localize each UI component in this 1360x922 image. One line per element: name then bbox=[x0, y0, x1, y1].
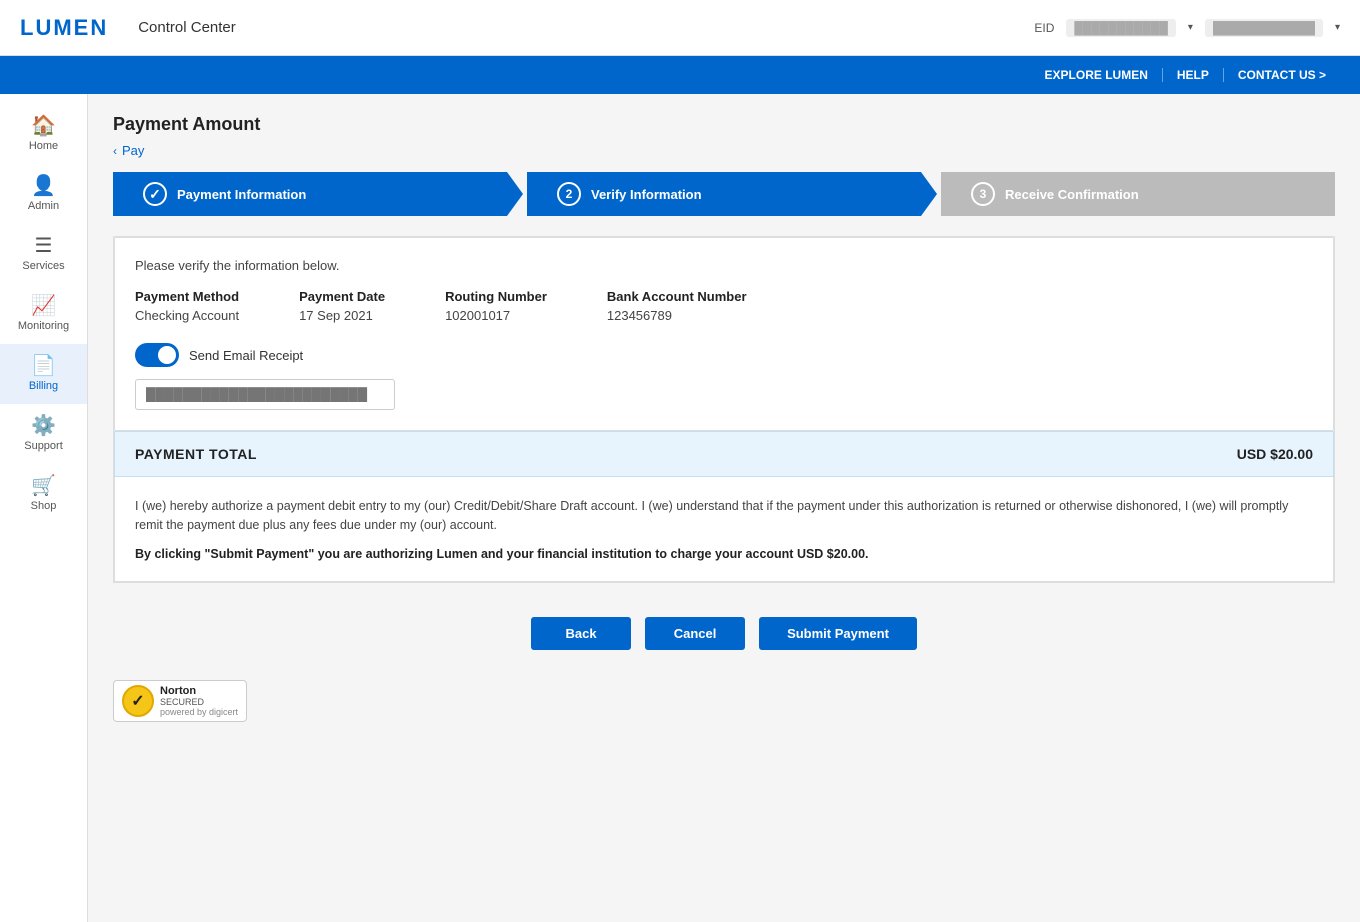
user-value: ████████████ bbox=[1205, 19, 1323, 37]
sidebar-item-monitoring[interactable]: 📈 Monitoring bbox=[0, 284, 87, 344]
billing-icon: 📄 bbox=[31, 356, 56, 376]
submit-payment-button[interactable]: Submit Payment bbox=[759, 617, 917, 650]
payment-total-bar: PAYMENT TOTAL USD $20.00 bbox=[114, 431, 1334, 477]
routing-number-col: Routing Number 102001017 bbox=[445, 289, 547, 323]
user-dropdown-icon[interactable]: ▾ bbox=[1335, 22, 1340, 33]
shop-icon: 🛒 bbox=[31, 476, 56, 496]
sidebar-label-monitoring: Monitoring bbox=[18, 320, 69, 332]
payment-info-row: Payment Method Checking Account Payment … bbox=[135, 289, 1313, 323]
norton-subtitle: SECURED bbox=[160, 697, 238, 707]
step-3: 3 Receive Confirmation bbox=[941, 172, 1335, 216]
step-2: 2 Verify Information bbox=[527, 172, 921, 216]
top-header: LUMEN Control Center EID ███████████ ▾ █… bbox=[0, 0, 1360, 56]
auth-text: I (we) hereby authorize a payment debit … bbox=[135, 497, 1313, 535]
sidebar-item-support[interactable]: ⚙️ Support bbox=[0, 404, 87, 464]
home-icon: 🏠 bbox=[31, 116, 56, 136]
nav-bar-links: EXPLORE LUMEN HELP CONTACT US > bbox=[1031, 68, 1340, 82]
eid-label: EID bbox=[1034, 21, 1054, 35]
auth-section: I (we) hereby authorize a payment debit … bbox=[114, 477, 1334, 582]
sidebar-item-home[interactable]: 🏠 Home bbox=[0, 104, 87, 164]
sidebar-item-billing[interactable]: 📄 Billing bbox=[0, 344, 87, 404]
routing-number-value: 102001017 bbox=[445, 308, 547, 323]
back-button[interactable]: Back bbox=[531, 617, 631, 650]
header-right: EID ███████████ ▾ ████████████ ▾ bbox=[1034, 19, 1340, 37]
norton-badge: ✓ Norton SECURED powered by digicert bbox=[113, 680, 1335, 722]
services-icon: ☰ bbox=[35, 236, 53, 256]
routing-number-label: Routing Number bbox=[445, 289, 547, 304]
toggle-slider bbox=[135, 343, 179, 367]
admin-icon: 👤 bbox=[31, 176, 56, 196]
sidebar-label-services: Services bbox=[22, 260, 64, 272]
norton-icon: ✓ bbox=[122, 685, 154, 717]
payment-total-label: PAYMENT TOTAL bbox=[135, 446, 257, 462]
nav-contact-us[interactable]: CONTACT US > bbox=[1224, 68, 1340, 82]
sidebar-label-support: Support bbox=[24, 440, 63, 452]
breadcrumb-pay-link[interactable]: Pay bbox=[122, 143, 144, 158]
sidebar-label-admin: Admin bbox=[28, 200, 59, 212]
auth-bold: By clicking "Submit Payment" you are aut… bbox=[135, 547, 1313, 561]
step-2-label: Verify Information bbox=[591, 187, 702, 202]
app-title: Control Center bbox=[138, 19, 236, 36]
logo: LUMEN bbox=[20, 15, 108, 41]
bank-account-col: Bank Account Number 123456789 bbox=[607, 289, 747, 323]
email-receipt-label: Send Email Receipt bbox=[189, 348, 303, 363]
verify-text: Please verify the information below. bbox=[135, 258, 1313, 273]
nav-bar: EXPLORE LUMEN HELP CONTACT US > bbox=[0, 56, 1360, 94]
progress-steps: ✓ Payment Information 2 Verify Informati… bbox=[113, 172, 1335, 216]
email-input[interactable] bbox=[135, 379, 395, 410]
norton-logo: ✓ Norton SECURED powered by digicert bbox=[113, 680, 247, 722]
monitoring-icon: 📈 bbox=[31, 296, 56, 316]
step-2-number: 2 bbox=[557, 182, 581, 206]
payment-date-label: Payment Date bbox=[299, 289, 385, 304]
sidebar-label-home: Home bbox=[29, 140, 58, 152]
sidebar-item-shop[interactable]: 🛒 Shop bbox=[0, 464, 87, 524]
breadcrumb: ‹ Pay bbox=[113, 143, 1335, 158]
eid-dropdown-icon[interactable]: ▾ bbox=[1188, 22, 1193, 33]
payment-method-label: Payment Method bbox=[135, 289, 239, 304]
cancel-button[interactable]: Cancel bbox=[645, 617, 745, 650]
payment-details-card: Please verify the information below. Pay… bbox=[113, 236, 1335, 583]
payment-date-value: 17 Sep 2021 bbox=[299, 308, 385, 323]
payment-total-amount: USD $20.00 bbox=[1237, 446, 1313, 462]
payment-info-card: Please verify the information below. Pay… bbox=[114, 237, 1334, 431]
step-3-number: 3 bbox=[971, 182, 995, 206]
sidebar-label-shop: Shop bbox=[31, 500, 57, 512]
step-1-number: ✓ bbox=[143, 182, 167, 206]
nav-explore-lumen[interactable]: EXPLORE LUMEN bbox=[1031, 68, 1163, 82]
logo-text: LUMEN bbox=[20, 15, 108, 41]
sidebar-label-billing: Billing bbox=[29, 380, 58, 392]
bank-account-value: 123456789 bbox=[607, 308, 747, 323]
page-title: Payment Amount bbox=[113, 114, 1335, 135]
content-area: Payment Amount ‹ Pay ✓ Payment Informati… bbox=[88, 94, 1360, 922]
payment-method-col: Payment Method Checking Account bbox=[135, 289, 239, 323]
norton-text-block: Norton SECURED powered by digicert bbox=[160, 685, 238, 717]
step-1: ✓ Payment Information bbox=[113, 172, 507, 216]
nav-help[interactable]: HELP bbox=[1163, 68, 1224, 82]
eid-value: ███████████ bbox=[1066, 19, 1176, 37]
sidebar-item-services[interactable]: ☰ Services bbox=[0, 224, 87, 284]
email-receipt-toggle[interactable] bbox=[135, 343, 179, 367]
step-1-label: Payment Information bbox=[177, 187, 306, 202]
sidebar-item-admin[interactable]: 👤 Admin bbox=[0, 164, 87, 224]
support-icon: ⚙️ bbox=[31, 416, 56, 436]
email-receipt-row: Send Email Receipt bbox=[135, 343, 1313, 367]
sidebar: 🏠 Home 👤 Admin ☰ Services 📈 Monitoring 📄… bbox=[0, 94, 88, 922]
button-row: Back Cancel Submit Payment bbox=[113, 607, 1335, 660]
breadcrumb-back-arrow: ‹ bbox=[113, 144, 117, 158]
payment-date-col: Payment Date 17 Sep 2021 bbox=[299, 289, 385, 323]
step-3-label: Receive Confirmation bbox=[1005, 187, 1139, 202]
main-layout: 🏠 Home 👤 Admin ☰ Services 📈 Monitoring 📄… bbox=[0, 94, 1360, 922]
bank-account-label: Bank Account Number bbox=[607, 289, 747, 304]
norton-powered: powered by digicert bbox=[160, 707, 238, 717]
payment-method-value: Checking Account bbox=[135, 308, 239, 323]
norton-title: Norton bbox=[160, 685, 238, 697]
